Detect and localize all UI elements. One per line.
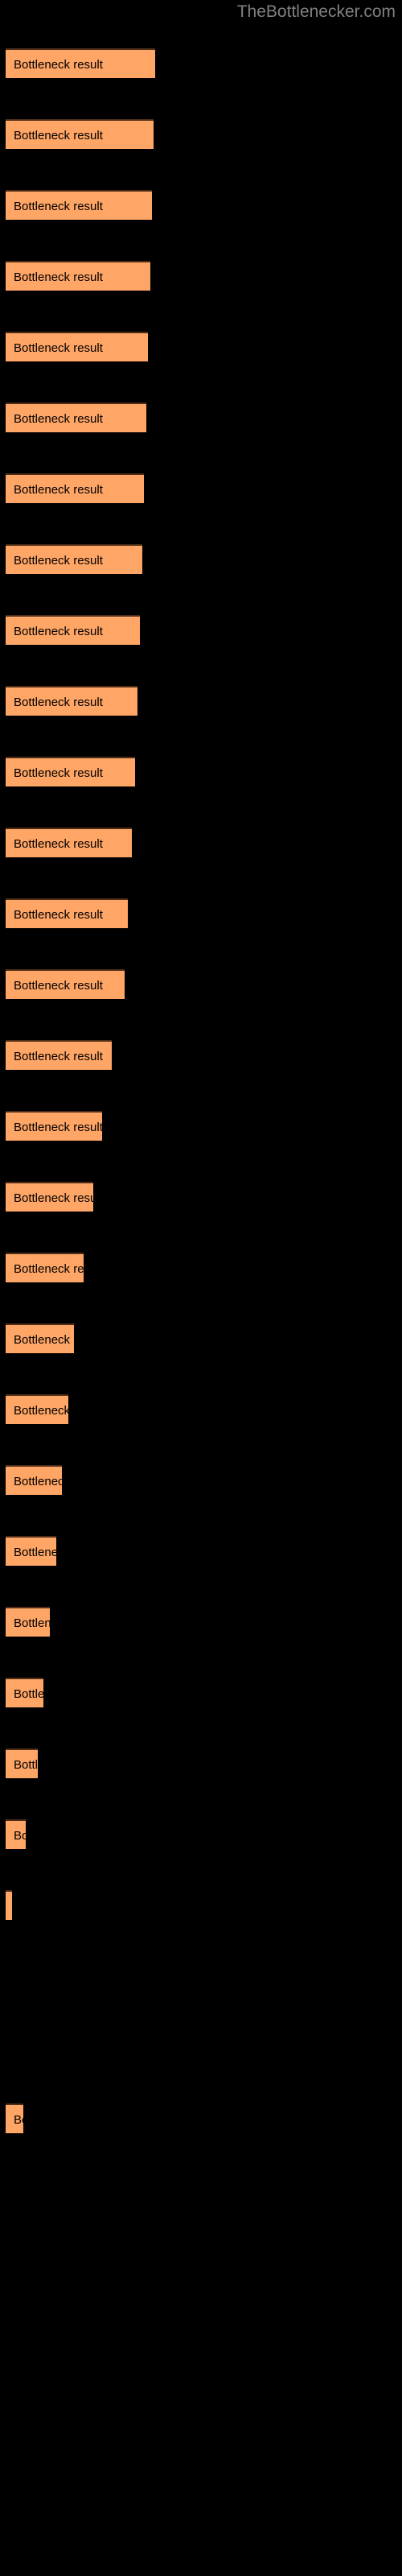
bar-row: Bottleneck result bbox=[0, 757, 402, 786]
bar-label: Bottleneck result bbox=[14, 483, 103, 497]
bar-row: Bottleneck result bbox=[0, 544, 402, 574]
bar-row: Bottleneck result bbox=[0, 1323, 402, 1353]
bar-row: Bottleneck result bbox=[0, 2103, 402, 2133]
bottleneck-result-bar[interactable]: Bottleneck result bbox=[6, 1748, 38, 1778]
bar-row: Bottleneck result bbox=[0, 473, 402, 503]
bar-label: Bottleneck result bbox=[14, 979, 103, 993]
bar-label: Bottleneck result bbox=[14, 2113, 23, 2127]
bar-label: Bottleneck result bbox=[14, 1262, 84, 1276]
bar-row: Bottleneck result bbox=[0, 190, 402, 220]
bottleneck-result-bar[interactable]: Bottleneck result bbox=[6, 969, 125, 999]
bottleneck-result-bar[interactable]: Bottleneck result bbox=[6, 1253, 84, 1282]
bar-row: Bottleneck result bbox=[0, 1678, 402, 1707]
bar-label: Bottleneck result bbox=[14, 766, 103, 780]
bottleneck-result-bar[interactable]: Bottleneck result bbox=[6, 1394, 68, 1424]
bottleneck-result-bar[interactable]: Bottleneck result bbox=[6, 1607, 50, 1637]
bottleneck-result-bar[interactable]: Bottleneck result bbox=[6, 2103, 23, 2133]
bottleneck-result-bar[interactable]: Bottleneck result bbox=[6, 828, 132, 857]
bottleneck-result-bar[interactable]: Bottleneck result bbox=[6, 261, 150, 291]
bottleneck-chart: TheBottlenecker.com Bottleneck result Bot… bbox=[0, 0, 402, 2576]
bar-row: Bottleneck result bbox=[0, 615, 402, 645]
bottleneck-result-bar[interactable]: Bottleneck result bbox=[6, 686, 137, 716]
bottleneck-result-bar[interactable]: Bottleneck result bbox=[6, 402, 146, 432]
bar-label: Bottleneck result bbox=[14, 1475, 62, 1488]
bar-label: Bottleneck result bbox=[14, 129, 103, 142]
bottleneck-result-bar[interactable]: Bottleneck result bbox=[6, 898, 128, 928]
bar-row: Bottleneck result bbox=[0, 332, 402, 361]
bar-label: Bottleneck result bbox=[14, 200, 103, 213]
bar-row: Bottleneck result bbox=[0, 1394, 402, 1424]
bar-label: Bottleneck result bbox=[14, 1687, 43, 1701]
bottleneck-result-bar[interactable]: Bottleneck result bbox=[6, 1678, 43, 1707]
bar-row: Bottleneck result bbox=[0, 1111, 402, 1141]
bar-label: Bottleneck result bbox=[14, 554, 103, 568]
bar-row: Bottleneck result bbox=[0, 48, 402, 78]
bar-row: Bottleneck result bbox=[0, 119, 402, 149]
bottleneck-result-bar[interactable]: Bottleneck result bbox=[6, 1890, 12, 1920]
bottleneck-result-bar[interactable]: Bottleneck result bbox=[6, 332, 148, 361]
bottleneck-result-bar[interactable]: Bottleneck result bbox=[6, 119, 154, 149]
bar-row: Bottleneck result bbox=[0, 1253, 402, 1282]
bottleneck-result-bar[interactable]: Bottleneck result bbox=[6, 1040, 112, 1070]
bottleneck-result-bar[interactable]: Bottleneck result bbox=[6, 1819, 26, 1849]
bar-label: Bottleneck result bbox=[14, 1758, 38, 1772]
bar-row: Bottleneck result bbox=[0, 686, 402, 716]
bar-row: Bottleneck result bbox=[0, 1465, 402, 1495]
bar-label: Bottleneck result bbox=[14, 696, 103, 709]
bottleneck-result-bar[interactable]: Bottleneck result bbox=[6, 1323, 74, 1353]
bottleneck-result-bar[interactable]: Bottleneck result bbox=[6, 1465, 62, 1495]
bar-label: Bottleneck result bbox=[14, 412, 103, 426]
bottleneck-result-bar[interactable]: Bottleneck result bbox=[6, 544, 142, 574]
bottleneck-result-bar[interactable]: Bottleneck result bbox=[6, 1182, 93, 1212]
bar-row: Bottleneck result bbox=[0, 1182, 402, 1212]
bar-label: Bottleneck result bbox=[14, 625, 103, 638]
bar-row: Bottleneck result bbox=[0, 261, 402, 291]
bar-row: Bottleneck result bbox=[0, 828, 402, 857]
bottleneck-result-bar[interactable]: Bottleneck result bbox=[6, 190, 152, 220]
bottleneck-result-bar[interactable]: Bottleneck result bbox=[6, 757, 135, 786]
bar-label: Bottleneck result bbox=[14, 908, 103, 922]
bar-row: Bottleneck result bbox=[0, 1748, 402, 1778]
bar-label: Bottleneck result bbox=[14, 341, 103, 355]
bar-label: Bottleneck result bbox=[14, 1333, 74, 1347]
bar-label: Bottleneck result bbox=[14, 1616, 50, 1630]
bars-layer: Bottleneck result Bottleneck result Bottle… bbox=[0, 0, 402, 2576]
bar-row: Bottleneck result bbox=[0, 898, 402, 928]
bottleneck-result-bar[interactable]: Bottleneck result bbox=[6, 615, 140, 645]
bar-label: Bottleneck result bbox=[14, 1050, 103, 1063]
bar-row: Bottleneck result bbox=[0, 1819, 402, 1849]
bar-label: Bottleneck result bbox=[14, 1404, 68, 1418]
bar-row: Bottleneck result bbox=[0, 1536, 402, 1566]
bar-row: Bottleneck result bbox=[0, 1040, 402, 1070]
bottleneck-result-bar[interactable]: Bottleneck result bbox=[6, 48, 155, 78]
bottleneck-result-bar[interactable]: Bottleneck result bbox=[6, 473, 144, 503]
bar-row: Bottleneck result bbox=[0, 969, 402, 999]
bar-label: Bottleneck result bbox=[14, 1546, 56, 1559]
bottleneck-result-bar[interactable]: Bottleneck result bbox=[6, 1536, 56, 1566]
bar-label: Bottleneck result bbox=[14, 837, 103, 851]
bar-row: Bottleneck result bbox=[0, 402, 402, 432]
bar-label: Bottleneck result bbox=[14, 1191, 93, 1205]
bar-row: Bottleneck result bbox=[0, 1607, 402, 1637]
bar-label: Bottleneck result bbox=[14, 1829, 26, 1843]
bar-label: Bottleneck result bbox=[14, 1121, 102, 1134]
bar-label: Bottleneck result bbox=[14, 58, 103, 72]
bottleneck-result-bar[interactable]: Bottleneck result bbox=[6, 1111, 102, 1141]
bar-row: Bottleneck result bbox=[0, 1890, 402, 1920]
bar-label: Bottleneck result bbox=[14, 270, 103, 284]
